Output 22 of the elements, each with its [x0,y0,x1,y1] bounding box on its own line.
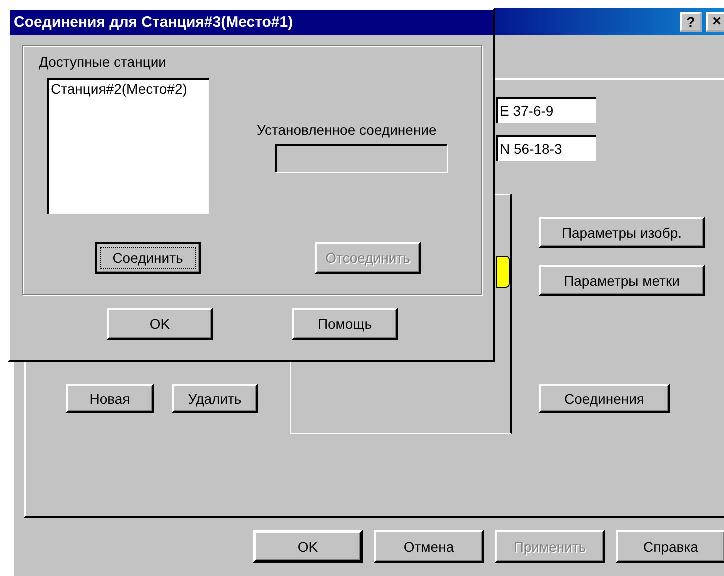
connection-field[interactable] [275,144,447,172]
station-list[interactable]: Станция#2(Место#2) [47,78,209,214]
delete-button[interactable]: Удалить [172,384,258,413]
list-label: Доступные станции [39,54,166,70]
list-item[interactable]: Станция#2(Место#2) [49,80,209,98]
dialog-button[interactable]: OK [253,530,363,563]
dialog-button[interactable]: Отмена [374,530,484,563]
settings-button[interactable]: Параметры изобр. [539,217,705,248]
help-button[interactable]: Помощь [292,308,398,340]
help-button[interactable]: ? [680,12,702,32]
connect-button[interactable]: Соединить [95,242,201,274]
close-button[interactable]: × [706,12,724,32]
ok-button[interactable]: OK [107,308,213,340]
connections-button[interactable]: Соединения [539,384,670,413]
settings-button[interactable]: Параметры метки [539,265,705,296]
field-label: Установленное соединение [257,122,437,138]
coordinate-field[interactable]: E 37-6-9 [496,97,596,123]
dialog-button[interactable]: Справка [616,530,724,563]
coordinate-field[interactable]: N 56-18-3 [496,135,596,161]
new-button[interactable]: Новая [66,384,154,413]
marker-shape [496,256,510,288]
window-title: Соединения для Станция#3(Место#1) [10,10,493,35]
